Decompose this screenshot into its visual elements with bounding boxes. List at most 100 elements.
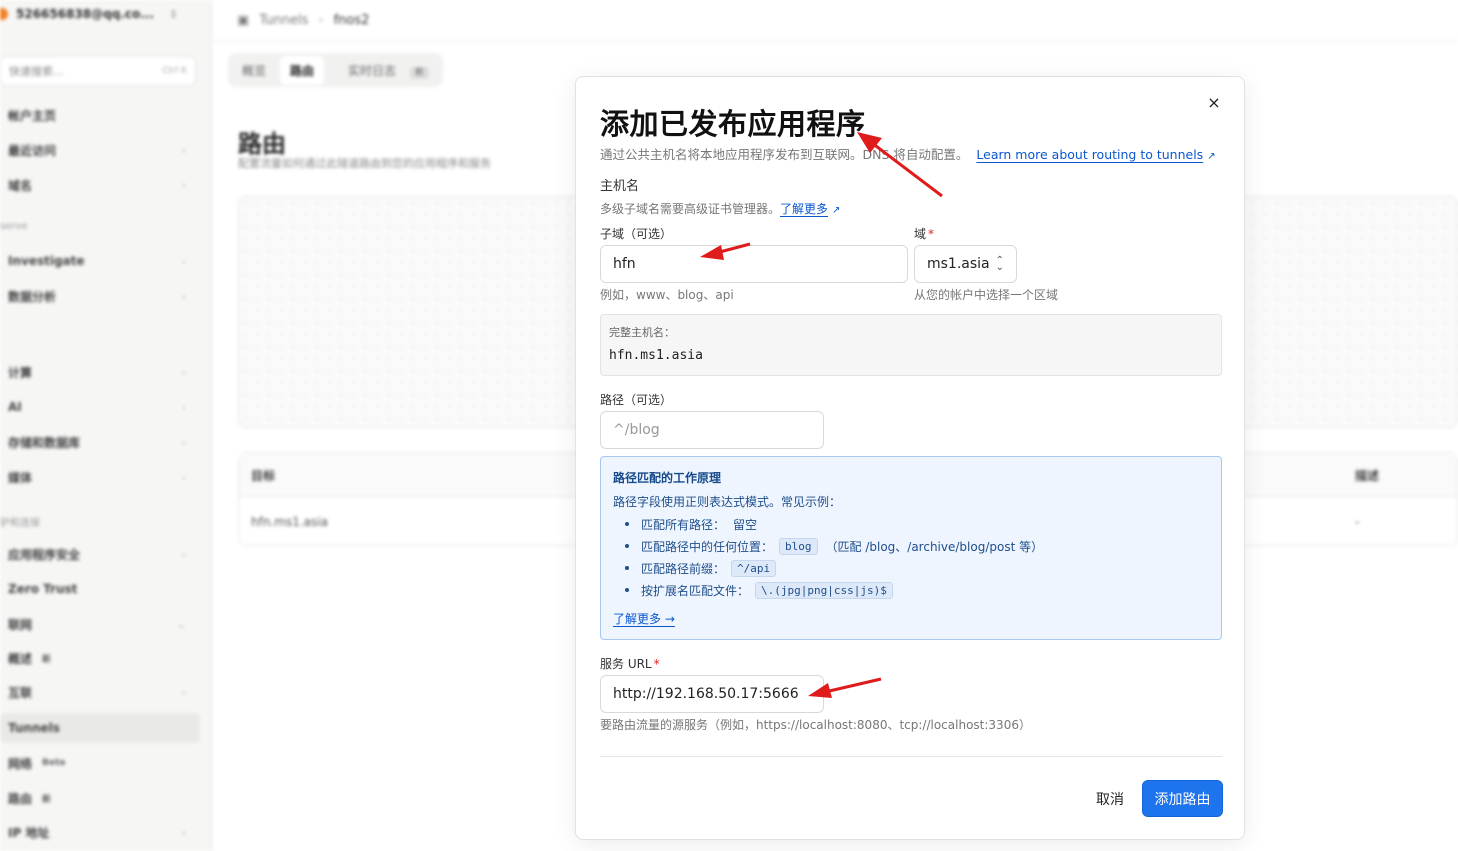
list-item: 匹配所有路径： 留空 xyxy=(623,513,1043,535)
route-hostname: hfn.ms1.asia xyxy=(251,515,328,529)
list-item: 匹配路径中的任何位置： blog （匹配 /blog、/archive/blog/p… xyxy=(623,535,1043,557)
sidebar-item-network[interactable]: 网络 Beta xyxy=(0,752,200,774)
page-title: 路由 xyxy=(238,130,286,158)
subdomain-value: hfn xyxy=(613,256,636,272)
sidebar-item-overview[interactable]: 概述新 xyxy=(0,647,200,669)
chevron-right-icon: › xyxy=(181,178,186,192)
chevron-right-icon: › xyxy=(181,825,186,839)
breadcrumb-separator: › xyxy=(318,13,324,28)
path-matching-info: 路径匹配的工作原理 路径字段使用正则表达式模式。常见示例： 匹配所有路径： 留空 … xyxy=(600,456,1222,640)
sidebar-item-storage[interactable]: 存储和数据库 › xyxy=(0,431,200,453)
hostname-hint: 多级子域名需要高级证书管理器。了解更多 ↗ xyxy=(600,202,841,216)
info-examples: 匹配所有路径： 留空 匹配路径中的任何位置： blog （匹配 /blog、/arch… xyxy=(623,513,1043,601)
list-item: 匹配路径前缀： ^/api xyxy=(623,557,1043,579)
required-marker: * xyxy=(928,227,935,241)
sidebar-item-ai[interactable]: AI › xyxy=(0,396,200,418)
new-badge: 新 xyxy=(410,66,430,79)
sidebar-item-ip-addresses[interactable]: IP 地址 › xyxy=(0,821,200,843)
quick-search-placeholder: 快速搜索... xyxy=(9,65,64,78)
subdomain-hint: 例如，www、blog、api xyxy=(600,288,734,302)
breadcrumb-current: fnos2 xyxy=(333,13,370,28)
cancel-button[interactable]: 取消 xyxy=(1084,781,1136,817)
sidebar-item-home[interactable]: 帐户主页 xyxy=(0,104,200,126)
domain-value: ms1.asia xyxy=(927,256,990,272)
dialog-title: 添加已发布应用程序 xyxy=(600,107,866,141)
sidebar-item-app-security[interactable]: 应用程序安全 › xyxy=(0,543,200,565)
chevron-right-icon: › xyxy=(181,685,186,699)
account-switcher[interactable]: 526656838@qq.co... ⇕ xyxy=(0,4,200,24)
info-subtitle: 路径字段使用正则表达式模式。常见示例： xyxy=(613,495,842,509)
chevron-right-icon: › xyxy=(181,435,186,449)
sidebar-item-media[interactable]: 媒体 › xyxy=(0,466,200,488)
full-hostname-label: 完整主机名： xyxy=(609,326,675,339)
add-route-button[interactable]: 添加路由 xyxy=(1142,780,1223,817)
chevron-right-icon: › xyxy=(181,143,186,157)
footer-divider xyxy=(600,756,1222,757)
tab-overview[interactable]: 概览 xyxy=(232,56,276,85)
sidebar-item-analytics[interactable]: 数据分析 › xyxy=(0,285,200,307)
account-name: 526656838@qq.co... xyxy=(16,7,154,21)
path-input[interactable]: ^/blog xyxy=(600,411,824,449)
service-url-input[interactable]: http://192.168.50.17:5666 xyxy=(600,675,824,713)
learn-more-routing-link[interactable]: Learn more about routing to tunnels xyxy=(976,147,1203,162)
chevron-right-icon: › xyxy=(181,289,186,303)
route-description: - xyxy=(1355,515,1360,529)
sidebar-item-routes[interactable]: 路由新 xyxy=(0,787,200,809)
tunnel-icon: ▣ xyxy=(237,13,250,28)
tab-routes[interactable]: 路由 xyxy=(280,55,325,85)
cloud-logo-icon xyxy=(0,8,8,20)
chevron-right-icon: › xyxy=(181,365,186,379)
path-label: 路径（可选） xyxy=(600,393,673,407)
sidebar-item-recent[interactable]: 最近访问 › xyxy=(0,139,200,161)
chevron-right-icon: › xyxy=(181,254,186,268)
info-title: 路径匹配的工作原理 xyxy=(613,471,722,485)
external-link-icon: ↗ xyxy=(1207,151,1216,162)
dialog-description: 通过公共主机名将本地应用程序发布到互联网。DNS 将自动配置。 Learn mor… xyxy=(600,147,1216,162)
sidebar-item-interconnect[interactable]: 互联 › xyxy=(0,681,200,703)
tab-live-logs[interactable]: 实时日志新 xyxy=(328,56,439,85)
domain-hint: 从您的帐户中选择一个区域 xyxy=(914,288,1059,302)
add-published-app-dialog: × 添加已发布应用程序 通过公共主机名将本地应用程序发布到互联网。DNS 将自动… xyxy=(575,76,1245,840)
required-marker: * xyxy=(653,657,660,671)
chevron-down-icon: ⌄ xyxy=(176,617,186,631)
service-url-value: http://192.168.50.17:5666 xyxy=(613,686,799,702)
external-link-icon: ↗ xyxy=(832,205,841,216)
chevron-right-icon: › xyxy=(181,400,186,414)
chevron-updown-icon: ⇕ xyxy=(168,7,178,21)
code-example: \.(jpg|png|css|js)$ xyxy=(755,581,893,599)
sidebar-item-tunnels[interactable]: Tunnels xyxy=(0,713,200,743)
beta-badge: Beta xyxy=(42,758,66,768)
domain-select[interactable]: ms1.asia ⌃ ⌄ xyxy=(914,245,1017,283)
sidebar-item-zero-trust[interactable]: Zero Trust xyxy=(0,578,200,600)
code-example: ^/api xyxy=(731,559,777,577)
sidebar-section-label: 护和连接 xyxy=(0,518,40,529)
breadcrumb-tunnels[interactable]: Tunnels xyxy=(259,13,308,28)
tab-bar: 概览 路由 实时日志新 xyxy=(228,53,444,87)
sidebar: 526656838@qq.co... ⇕ 快速搜索... Ctrl K 帐户主页… xyxy=(0,0,212,851)
chevron-updown-icon: ⌃ ⌄ xyxy=(995,255,1004,273)
list-item: 按扩展名匹配文件： \.(jpg|png|css|js)$ xyxy=(623,579,1043,601)
subdomain-input[interactable]: hfn xyxy=(600,245,908,283)
close-icon[interactable]: × xyxy=(1204,93,1224,113)
service-url-hint: 要路由流量的源服务（例如，https://localhost:8080、tcp:… xyxy=(600,718,1031,732)
quick-search-input[interactable]: 快速搜索... Ctrl K xyxy=(0,56,196,86)
column-header-description: 描述 xyxy=(1355,469,1380,483)
code-example: blog xyxy=(779,537,818,555)
domain-label: 域 * xyxy=(914,227,935,241)
new-badge: 新 xyxy=(42,654,52,665)
sidebar-item-domains[interactable]: 域名 › xyxy=(0,174,200,196)
column-header-target: 目标 xyxy=(251,469,276,483)
sidebar-item-compute[interactable]: 计算 › xyxy=(0,361,200,383)
info-learn-more-link[interactable]: 了解更多 → xyxy=(613,610,675,627)
hostname-label: 主机名 xyxy=(600,179,640,194)
hostname-learn-more-link[interactable]: 了解更多 xyxy=(780,202,828,216)
full-hostname-preview: 完整主机名： hfn.ms1.asia xyxy=(600,314,1222,376)
sidebar-item-investigate[interactable]: Investigate › xyxy=(0,250,200,272)
breadcrumb: ▣ Tunnels › fnos2 xyxy=(213,0,1458,42)
chevron-right-icon: › xyxy=(181,470,186,484)
quick-search-shortcut: Ctrl K xyxy=(162,66,187,76)
sidebar-item-networking[interactable]: 联网 ⌄ xyxy=(0,613,200,635)
page-subtitle: 配置流量如何通过此隧道路由到您的应用程序和服务 xyxy=(238,157,491,170)
full-hostname-value: hfn.ms1.asia xyxy=(609,348,703,363)
path-placeholder: ^/blog xyxy=(613,422,660,438)
